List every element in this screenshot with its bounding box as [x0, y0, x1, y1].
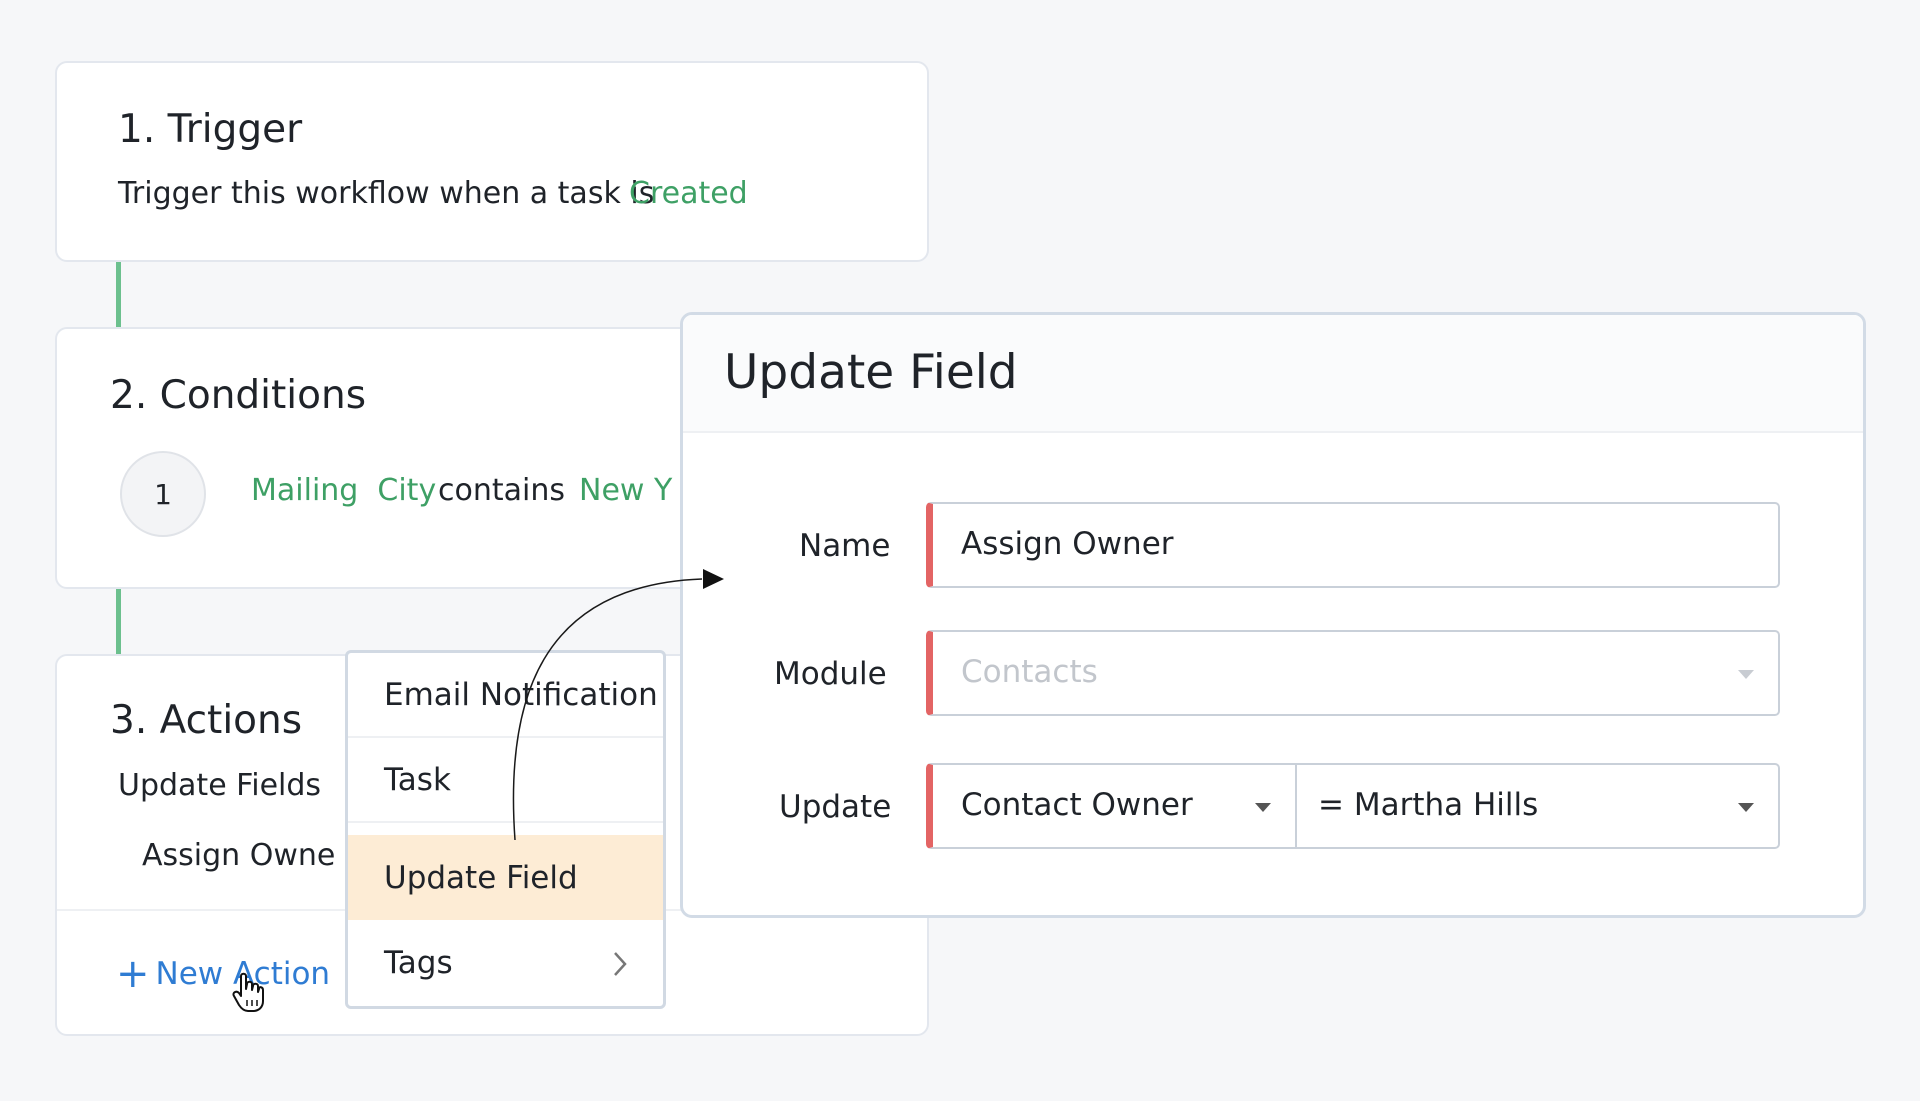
condition-value[interactable]: New Y [579, 473, 672, 508]
trigger-text: Trigger this workflow when a task is [118, 176, 655, 211]
chevron-down-icon[interactable] [1255, 803, 1271, 812]
name-field[interactable]: Assign Owner [926, 502, 1780, 588]
conditions-title: 2. Conditions [110, 373, 367, 418]
panel-title: Update Field [724, 345, 1018, 400]
module-select[interactable]: Contacts [926, 630, 1780, 716]
module-placeholder: Contacts [961, 654, 1098, 690]
chevron-down-icon[interactable] [1738, 803, 1754, 812]
condition-index-badge: 1 [120, 451, 206, 537]
module-label: Module [774, 656, 887, 692]
name-field-value: Assign Owner [961, 526, 1174, 562]
action-type-menu: Email Notification Task Update Field Tag… [345, 650, 666, 1009]
menu-item-tags[interactable]: Tags [348, 920, 663, 1005]
name-label: Name [799, 528, 891, 564]
condition-operator[interactable]: contains [438, 473, 565, 508]
actions-group-label: Update Fields [118, 768, 322, 803]
panel-header: Update Field [683, 315, 1863, 433]
new-action-button[interactable]: + New Action [116, 954, 330, 994]
menu-item-tags-label: Tags [384, 944, 453, 981]
actions-title: 3. Actions [110, 698, 303, 743]
chevron-right-icon [614, 952, 627, 976]
menu-item-email-notification[interactable]: Email Notification [348, 653, 663, 738]
update-field-value: Contact Owner [961, 787, 1193, 823]
select-divider [1295, 765, 1297, 847]
connector-line [116, 262, 121, 327]
update-label: Update [779, 789, 892, 825]
condition-field[interactable]: Mailing City [251, 473, 436, 508]
trigger-card: 1. Trigger Trigger this workflow when a … [55, 61, 929, 262]
plus-icon: + [116, 951, 150, 997]
update-field-select[interactable]: Contact Owner = Martha Hills [926, 763, 1780, 849]
chevron-down-icon [1738, 670, 1754, 679]
update-value[interactable]: = Martha Hills [1318, 787, 1538, 823]
update-field-panel: Update Field Name Assign Owner Module Co… [680, 312, 1866, 918]
trigger-title: 1. Trigger [118, 107, 303, 152]
trigger-event-link[interactable]: Created [629, 176, 748, 211]
menu-item-update-field[interactable]: Update Field [348, 835, 663, 920]
hand-pointer-icon [232, 972, 264, 1012]
action-item-label[interactable]: Assign Owne [142, 838, 335, 873]
menu-item-task[interactable]: Task [348, 738, 663, 823]
connector-line [116, 589, 121, 654]
